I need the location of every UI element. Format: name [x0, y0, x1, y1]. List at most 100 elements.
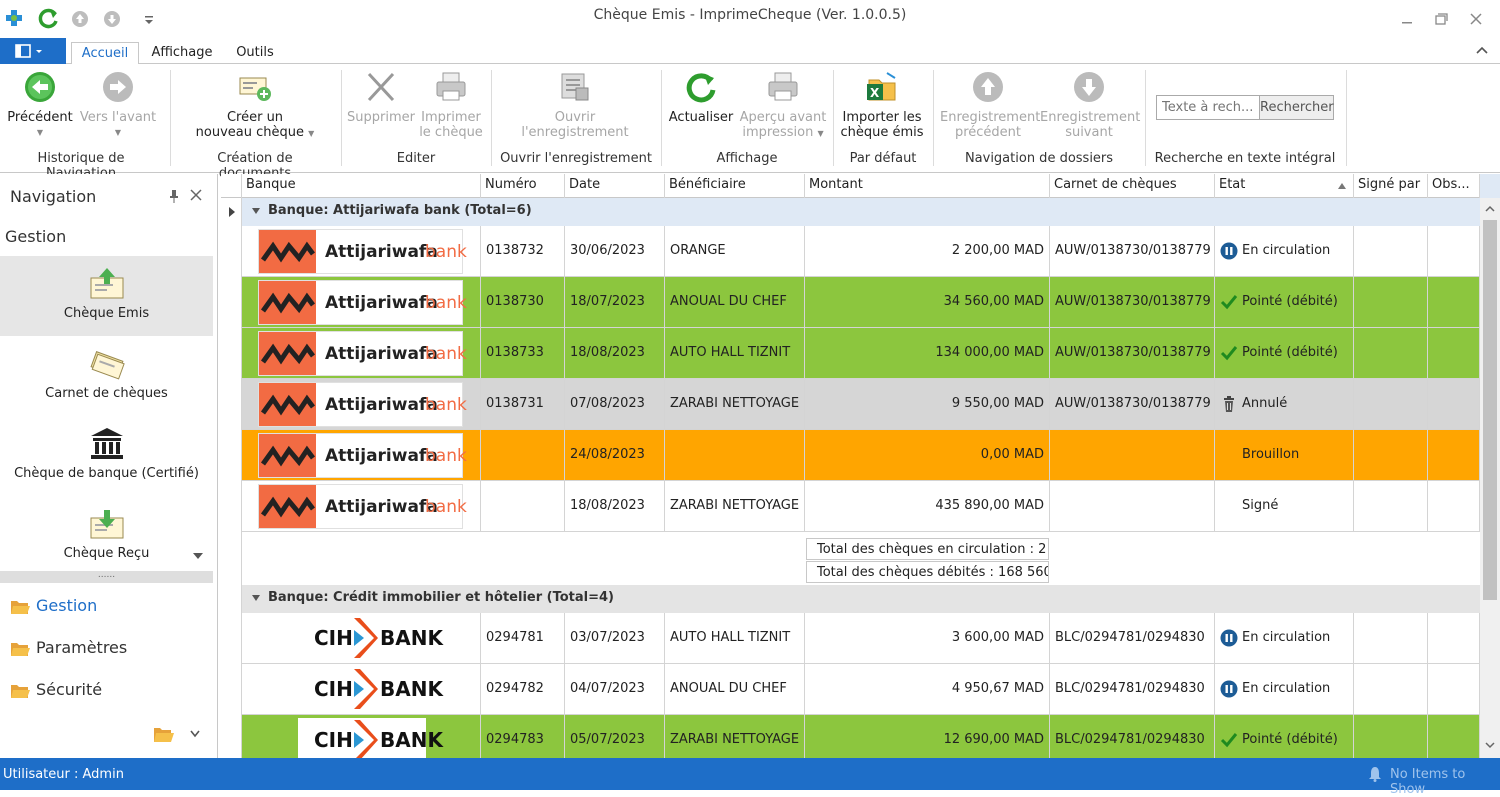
- cell-beneficiaire: ANOUAL DU CHEF: [665, 664, 805, 714]
- cell-signe-par: [1354, 226, 1428, 276]
- group-separator: [170, 70, 171, 166]
- pause-circle-icon: [1220, 680, 1238, 698]
- vers-avant-button[interactable]: Vers l'avant ▼: [78, 70, 158, 140]
- column-header-montant[interactable]: Montant: [805, 174, 1050, 198]
- cell-signe-par: [1354, 430, 1428, 480]
- search-button[interactable]: Rechercher: [1259, 95, 1334, 120]
- restore-icon[interactable]: [1429, 8, 1453, 30]
- nav-header-title: Navigation: [10, 187, 97, 206]
- collapse-ribbon-icon[interactable]: [1472, 41, 1492, 59]
- nav-item-cheque-emis[interactable]: Chèque Emis: [0, 256, 213, 336]
- group-row-cih[interactable]: Banque: Crédit immobilier et hôtelier (T…: [242, 585, 1480, 613]
- bank-logo-cell: CIH BANK: [242, 715, 481, 758]
- nav-item-cheque-banque[interactable]: Chèque de banque (Certifié): [0, 416, 213, 496]
- imprimer-button[interactable]: Imprimer le chèque: [418, 70, 484, 140]
- pin-icon[interactable]: [166, 188, 182, 204]
- cell-numero: 0138732: [481, 226, 565, 276]
- column-header-signe-par[interactable]: Signé par: [1354, 174, 1428, 198]
- tab-outils[interactable]: Outils: [226, 42, 284, 64]
- column-header-etat[interactable]: Etat: [1215, 174, 1354, 198]
- cell-carnet: BLC/0294781/0294830: [1050, 664, 1215, 714]
- actualiser-button[interactable]: Actualiser: [666, 70, 736, 125]
- table-row[interactable]: CIH BANK 0294783 05/07/2023 ZARABI NETTOY…: [242, 715, 1480, 758]
- cell-signe-par: [1354, 328, 1428, 378]
- ouvrir-label-1: Ouvrir: [554, 110, 596, 125]
- etat-label: Pointé (débité): [1242, 732, 1338, 747]
- scrollbar-thumb[interactable]: [1483, 220, 1497, 600]
- table-row[interactable]: CIH BANK 0294782 04/07/2023 ANOUAL DU CHE…: [242, 664, 1480, 715]
- application-menu-button[interactable]: [0, 38, 66, 64]
- cell-etat: Brouillon: [1215, 430, 1354, 480]
- table-row[interactable]: CIH BANK 0294781 03/07/2023 AUTO HALL TIZ…: [242, 613, 1480, 664]
- collapse-group-icon[interactable]: [252, 594, 260, 601]
- chevron-down-icon[interactable]: [189, 729, 201, 739]
- nav-item-label: Carnet de chèques: [45, 386, 168, 401]
- table-row[interactable]: Attijariwafa bank 0138730 18/07/2023 ANOU…: [242, 277, 1480, 328]
- etat-label: Signé: [1242, 498, 1279, 513]
- column-header-carnet[interactable]: Carnet de chèques: [1050, 174, 1215, 198]
- tab-affichage[interactable]: Affichage: [143, 42, 221, 64]
- cell-etat: Pointé (débité): [1215, 715, 1354, 758]
- notifications-text[interactable]: No Items to Show: [1390, 767, 1500, 797]
- importer-button[interactable]: X Importer les chèque émis: [838, 70, 926, 140]
- table-row[interactable]: Attijariwafa bank 0138733 18/08/2023 AUTO…: [242, 328, 1480, 379]
- column-header-date[interactable]: Date: [565, 174, 665, 198]
- enregistrement-precedent-button[interactable]: Enregistrement précédent: [940, 70, 1040, 140]
- apercu-label-2: impression: [742, 125, 814, 140]
- column-header-obs[interactable]: Obs...: [1428, 174, 1480, 198]
- close-icon[interactable]: [1464, 8, 1488, 30]
- tab-accueil[interactable]: Accueil: [71, 42, 139, 65]
- group-label-recherche: Recherche en texte intégral: [1154, 151, 1336, 166]
- close-icon[interactable]: [189, 188, 203, 202]
- nav-item-cheque-recu[interactable]: Chèque Reçu: [0, 496, 213, 576]
- cell-beneficiaire: ZARABI NETTOYAGE: [665, 379, 805, 429]
- minimize-icon[interactable]: [1395, 8, 1419, 30]
- cell-montant: 435 890,00 MAD: [805, 481, 1050, 531]
- table-row[interactable]: Attijariwafa bank 0138732 30/06/2023 ORAN…: [242, 226, 1480, 277]
- table-row[interactable]: Attijariwafa bank 18/08/2023 ZARABI NETTO…: [242, 481, 1480, 532]
- column-header-numero[interactable]: Numéro: [481, 174, 565, 198]
- chevron-down-icon[interactable]: [192, 551, 204, 561]
- nav-splitter[interactable]: ......: [0, 571, 213, 583]
- group-row-attijariwafa[interactable]: Banque: Attijariwafa bank (Total=6): [242, 198, 1480, 226]
- scroll-up-icon[interactable]: [1484, 204, 1496, 214]
- collapse-group-icon[interactable]: [252, 207, 260, 214]
- cell-numero: 0294782: [481, 664, 565, 714]
- creer-cheque-button[interactable]: Créer un nouveau chèque ▼: [190, 70, 320, 141]
- nav-item-carnet[interactable]: Carnet de chèques: [0, 336, 213, 416]
- column-header-beneficiaire[interactable]: Bénéficiaire: [665, 174, 805, 198]
- print-preview-icon: [766, 70, 800, 104]
- down-arrow-icon: [1072, 70, 1106, 104]
- folder-icon[interactable]: [153, 725, 175, 745]
- precedent-button[interactable]: Précédent ▼: [4, 70, 76, 140]
- up-arrow-icon: [971, 70, 1005, 104]
- apercu-label-1: Aperçu avant: [739, 110, 827, 125]
- current-row-indicator-icon: [229, 207, 235, 217]
- cih-bank-logo: CIH BANK: [298, 616, 443, 661]
- navigation-panel: Navigation Gestion Chèque Emis Carnet de…: [0, 174, 218, 758]
- enregistrement-suivant-button[interactable]: Enregistrement suivant: [1040, 70, 1141, 140]
- table-row[interactable]: Attijariwafa bank 24/08/2023 0,00 MAD Bro…: [242, 430, 1480, 481]
- imprimer-label-2: le chèque: [419, 125, 483, 140]
- dropdown-arrow-icon: ▼: [114, 128, 122, 137]
- logo-text: Attijariwafa: [325, 446, 438, 466]
- table-row[interactable]: Attijariwafa bank 0138731 07/08/2023 ZARA…: [242, 379, 1480, 430]
- group-separator: [491, 70, 492, 166]
- cell-carnet: BLC/0294781/0294830: [1050, 715, 1215, 758]
- cell-date: 18/08/2023: [565, 481, 665, 531]
- supprimer-button[interactable]: Supprimer: [346, 70, 416, 125]
- column-header-banque[interactable]: Banque: [242, 174, 481, 198]
- search-input[interactable]: [1156, 95, 1260, 120]
- cell-beneficiaire: AUTO HALL TIZNIT: [665, 328, 805, 378]
- enr-suiv-label-1: Enregistrement: [1040, 110, 1141, 125]
- cell-obs: [1428, 277, 1480, 327]
- enr-prec-label-2: précédent: [954, 125, 1022, 140]
- group-label-navdossiers: Navigation de dossiers: [964, 151, 1114, 166]
- ouvrir-enregistrement-button[interactable]: Ouvrir l'enregistrement: [510, 70, 640, 140]
- bell-icon[interactable]: [1367, 766, 1383, 782]
- scroll-down-icon[interactable]: [1484, 740, 1496, 750]
- cell-carnet: [1050, 430, 1215, 480]
- apercu-button[interactable]: Aperçu avant impression ▼: [738, 70, 828, 141]
- vertical-scrollbar[interactable]: [1480, 198, 1500, 758]
- ribbon: Précédent ▼ Vers l'avant ▼ Historique de…: [0, 64, 1500, 181]
